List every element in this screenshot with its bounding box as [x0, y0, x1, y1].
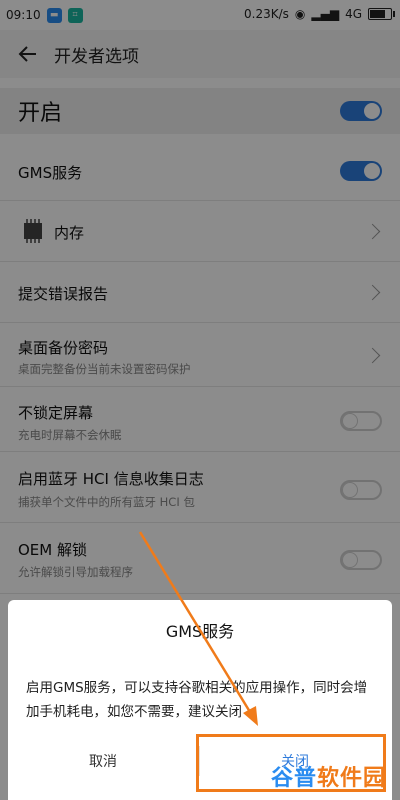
site-watermark: 谷普软件园 [271, 760, 386, 792]
watermark-text-orange: 软件园 [316, 766, 386, 791]
annotation-arrow-icon [138, 531, 258, 726]
watermark-text-blue: 谷普 [270, 766, 317, 791]
